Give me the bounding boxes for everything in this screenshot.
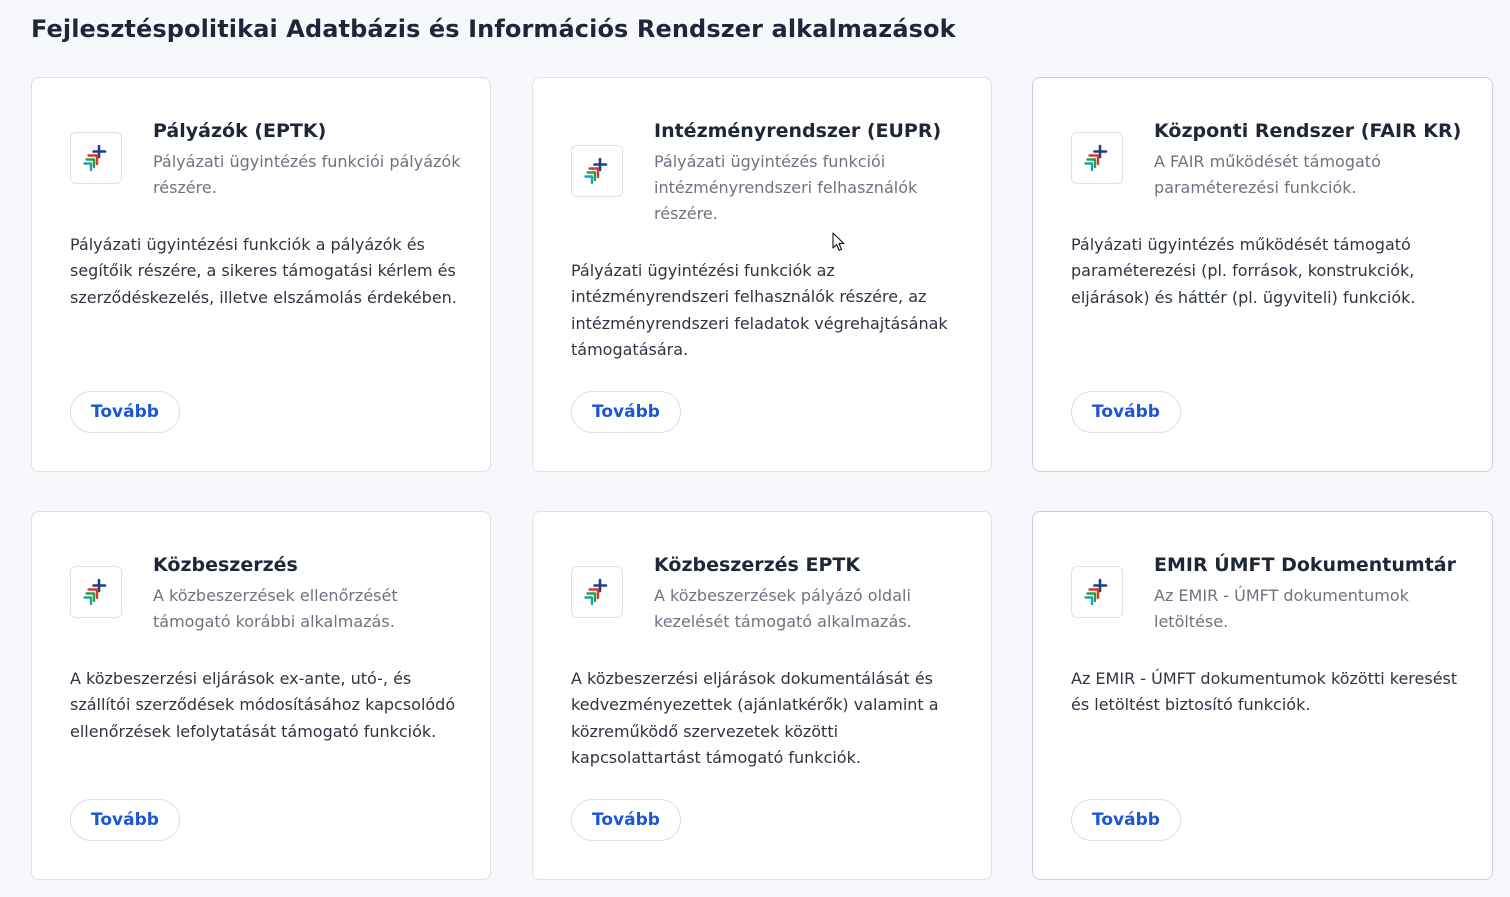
- fair-logo-icon: [70, 132, 122, 184]
- app-card-fair-kr: Központi Rendszer (FAIR KR) A FAIR működ…: [1032, 77, 1493, 472]
- card-title: Pályázók (EPTK): [153, 120, 327, 142]
- more-button-eupr[interactable]: Tovább: [571, 391, 681, 433]
- page-title: Fejlesztéspolitikai Adatbázis és Informá…: [31, 15, 956, 43]
- card-subtitle: Pályázati ügyintézés funkciói intézményr…: [654, 152, 918, 223]
- card-title: Közbeszerzés: [153, 554, 298, 576]
- more-button-kozbeszerzes[interactable]: Tovább: [70, 799, 180, 841]
- card-subtitle: Az EMIR - ÚMFT dokumentumok letöltése.: [1154, 586, 1409, 631]
- fair-logo-icon: [1071, 566, 1123, 618]
- fair-logo-icon: [70, 566, 122, 618]
- card-title: EMIR ÚMFT Dokumentumtár: [1154, 554, 1456, 576]
- card-description: Pályázati ügyintézés működését támogató …: [1071, 235, 1416, 307]
- fair-logo-icon: [571, 145, 623, 197]
- fair-logo-icon: [1071, 132, 1123, 184]
- card-description: Az EMIR - ÚMFT dokumentumok közötti kere…: [1071, 669, 1458, 715]
- app-card-kozbeszerzes: Közbeszerzés A közbeszerzések ellenőrzés…: [31, 511, 491, 880]
- applications-page: Fejlesztéspolitikai Adatbázis és Informá…: [0, 0, 1510, 897]
- more-button-fair-kr[interactable]: Tovább: [1071, 391, 1181, 433]
- card-description: Pályázati ügyintézési funkciók az intézm…: [571, 261, 948, 359]
- more-button-eptk[interactable]: Tovább: [70, 391, 180, 433]
- app-card-eptk: Pályázók (EPTK) Pályázati ügyintézés fun…: [31, 77, 491, 472]
- more-button-kozbeszerzes-eptk[interactable]: Tovább: [571, 799, 681, 841]
- app-card-kozbeszerzes-eptk: Közbeszerzés EPTK A közbeszerzések pályá…: [532, 511, 992, 880]
- card-subtitle: A FAIR működését támogató paraméterezési…: [1154, 152, 1381, 197]
- card-description: A közbeszerzési eljárások dokumentálását…: [571, 669, 939, 767]
- card-subtitle: A közbeszerzések ellenőrzését támogató k…: [153, 586, 398, 631]
- card-title: Közbeszerzés EPTK: [654, 554, 861, 576]
- mouse-pointer-icon: [832, 232, 845, 251]
- more-button-emir-umft[interactable]: Tovább: [1071, 799, 1181, 841]
- card-title: Központi Rendszer (FAIR KR): [1154, 120, 1462, 142]
- app-card-eupr: Intézményrendszer (EUPR) Pályázati ügyin…: [532, 77, 992, 472]
- card-subtitle: A közbeszerzések pályázó oldali kezelésé…: [654, 586, 912, 631]
- card-description: A közbeszerzési eljárások ex-ante, utó-,…: [70, 669, 456, 741]
- card-title: Intézményrendszer (EUPR): [654, 120, 942, 142]
- card-description: Pályázati ügyintézési funkciók a pályázó…: [70, 235, 457, 307]
- card-subtitle: Pályázati ügyintézés funkciói pályázók r…: [153, 152, 461, 197]
- fair-logo-icon: [571, 566, 623, 618]
- app-card-emir-umft: EMIR ÚMFT Dokumentumtár Az EMIR - ÚMFT d…: [1032, 511, 1493, 880]
